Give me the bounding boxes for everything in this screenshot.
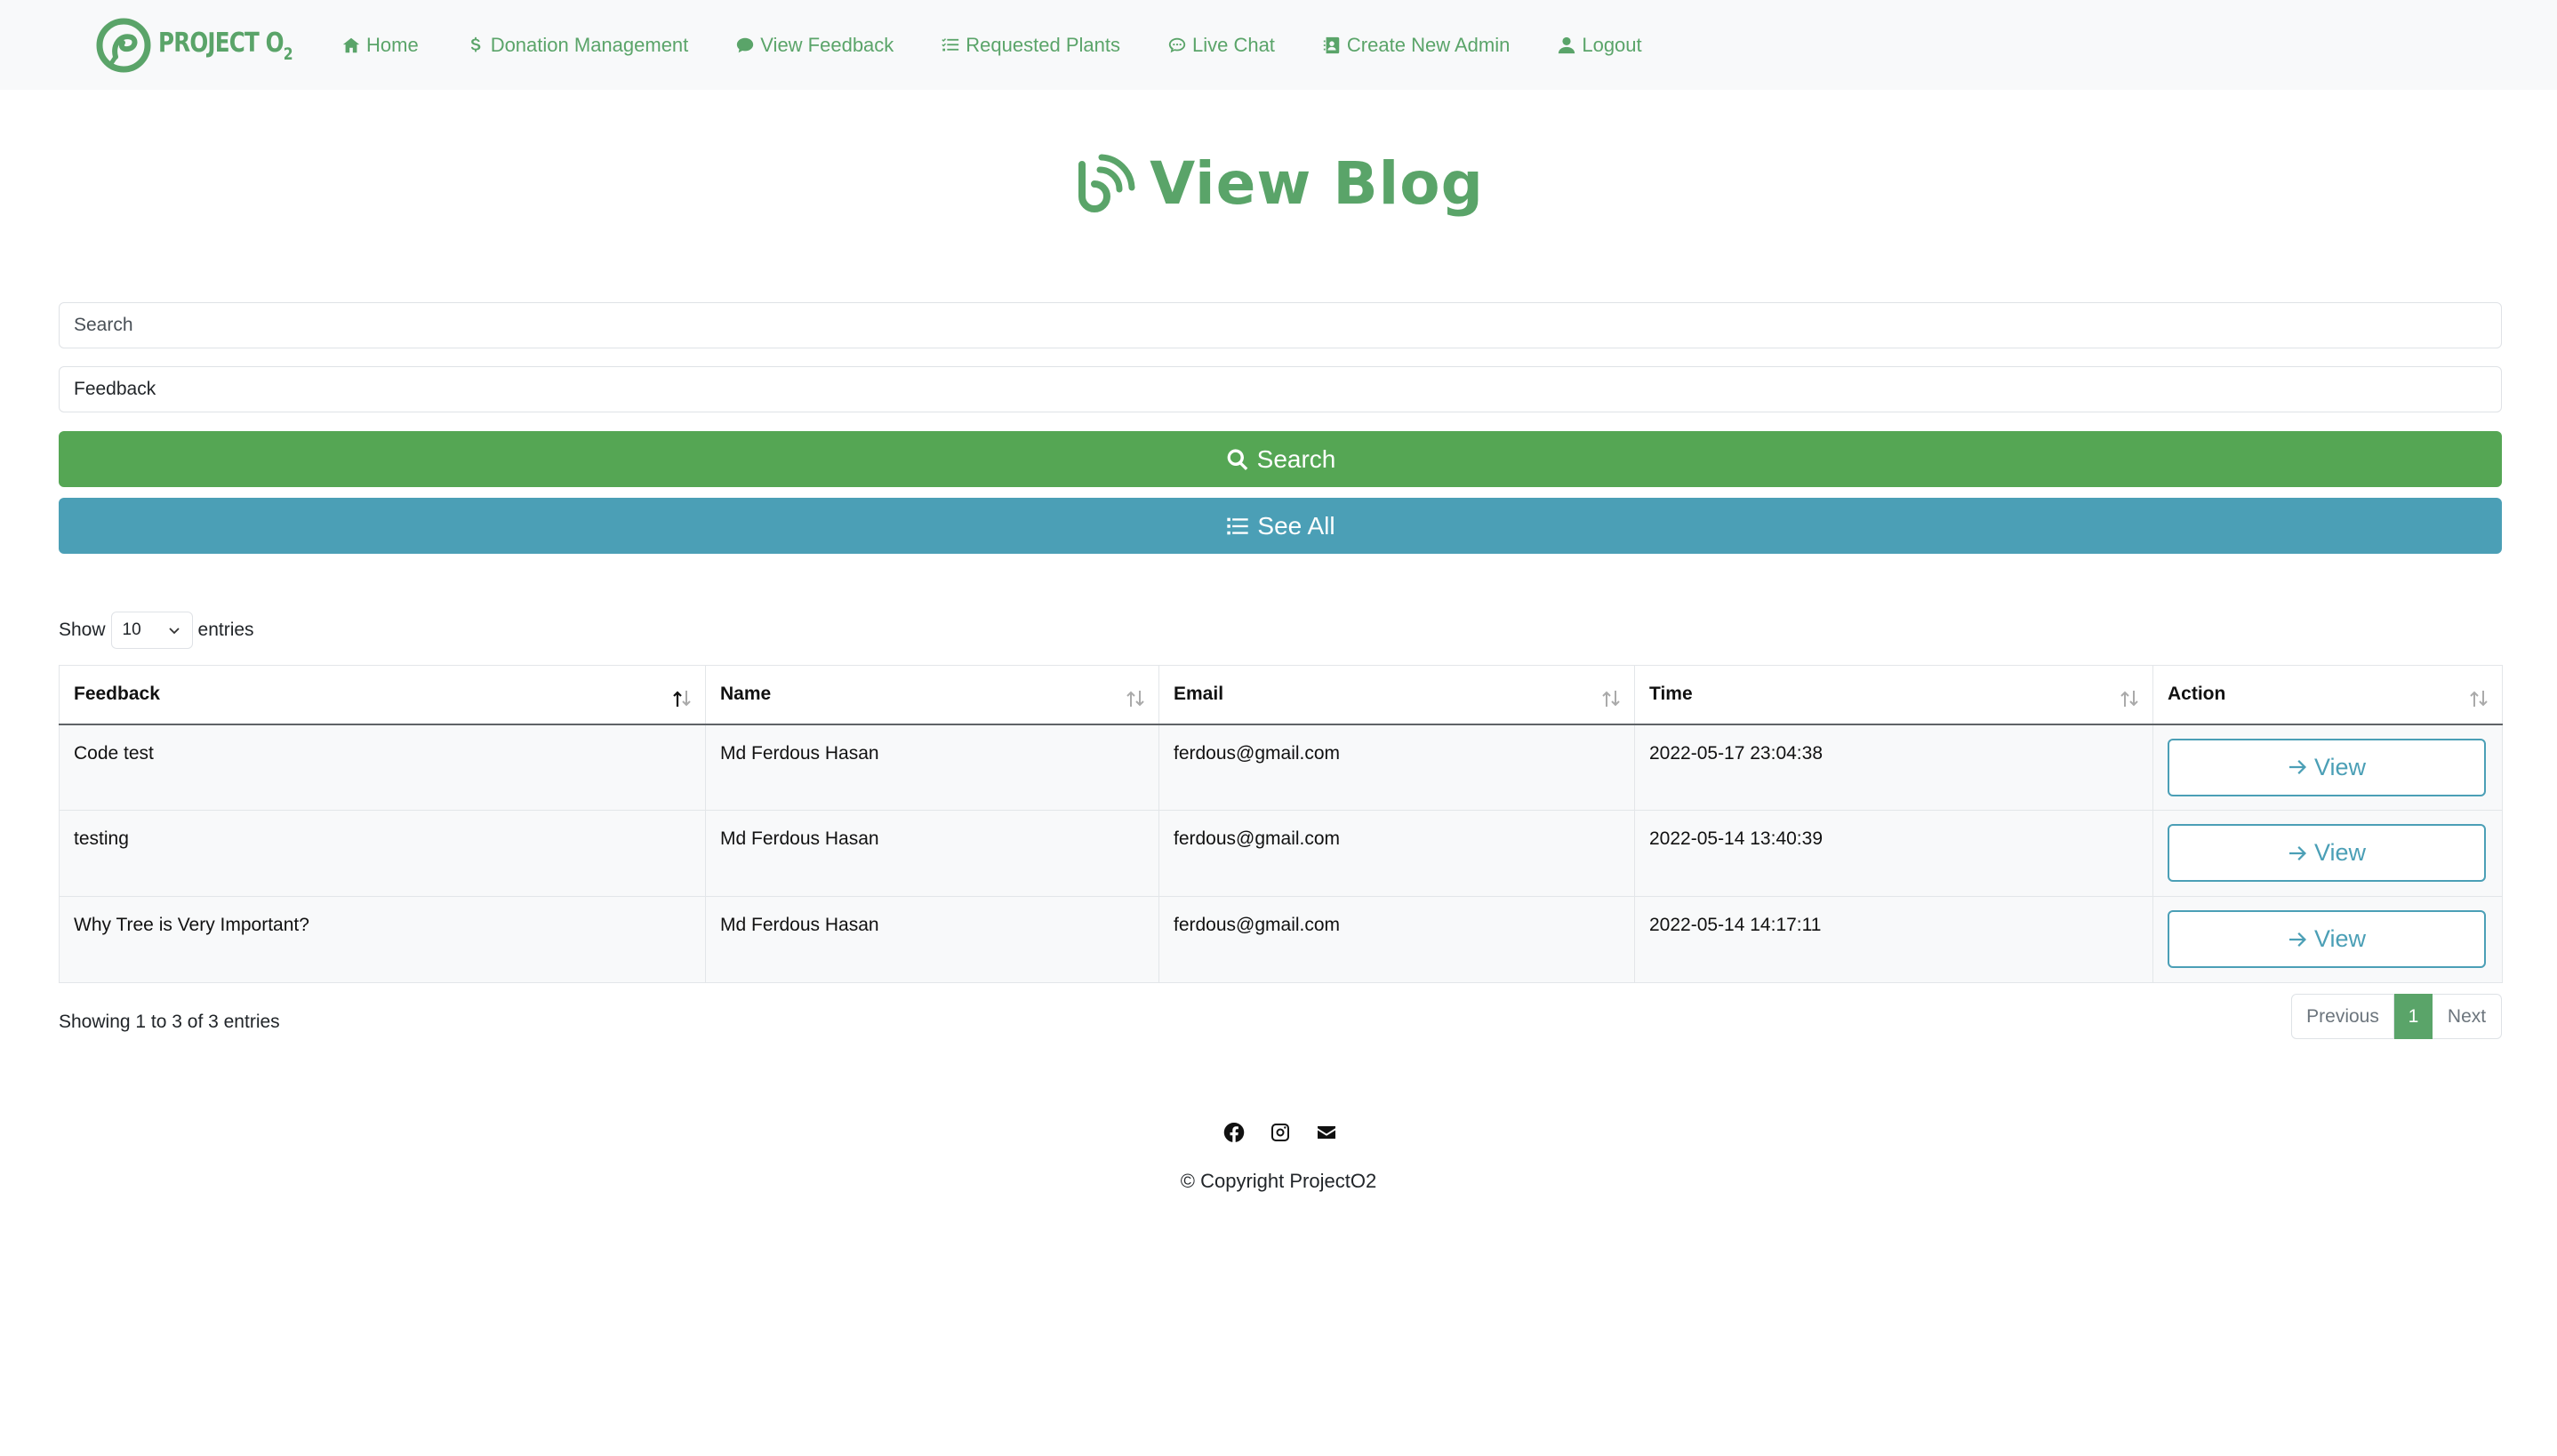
cell-action: View	[2152, 724, 2503, 811]
arrow-right-icon	[2288, 932, 2306, 947]
pagination-previous[interactable]: Previous	[2291, 994, 2394, 1039]
pagination: Previous 1 Next	[2291, 994, 2502, 1039]
home-icon	[342, 37, 360, 52]
cell-feedback: testing	[59, 810, 706, 897]
search-icon	[1227, 448, 1247, 470]
user-icon	[1559, 36, 1575, 53]
contact-card-icon	[1323, 36, 1340, 53]
cell-email: ferdous@gmail.com	[1158, 724, 1635, 811]
view-button[interactable]: View	[2168, 824, 2486, 882]
page-title: View Blog	[0, 149, 2557, 218]
list-icon	[1227, 517, 1249, 534]
blog-feed-icon	[1078, 154, 1135, 212]
column-header-name[interactable]: Name	[705, 665, 1159, 725]
column-header-feedback[interactable]: Feedback	[59, 665, 706, 725]
envelope-icon	[1318, 1126, 1335, 1139]
copyright-text: © Copyright ProjectO2	[1180, 1170, 1377, 1192]
instagram-icon	[1271, 1124, 1289, 1141]
cell-name: Md Ferdous Hasan	[705, 724, 1159, 811]
facebook-link[interactable]	[1223, 1122, 1245, 1143]
nav-donation-management[interactable]: Donation Management	[466, 34, 688, 57]
instagram-link[interactable]	[1270, 1122, 1291, 1143]
table-row: Why Tree is Very Important? Md Ferdous H…	[59, 896, 2503, 983]
cell-time: 2022-05-14 13:40:39	[1634, 810, 2153, 897]
pagination-page-1[interactable]: 1	[2394, 994, 2433, 1039]
see-all-button[interactable]: See All	[59, 498, 2502, 554]
search-button[interactable]: Search	[59, 431, 2502, 487]
column-header-time[interactable]: Time	[1634, 665, 2153, 725]
email-link[interactable]	[1316, 1122, 1337, 1143]
cell-time: 2022-05-17 23:04:38	[1634, 724, 2153, 811]
column-header-action[interactable]: Action	[2152, 665, 2503, 725]
pagination-next[interactable]: Next	[2433, 994, 2502, 1039]
sort-ascending-icon	[673, 691, 691, 707]
dollar-icon	[470, 36, 481, 52]
social-links	[1223, 1122, 1362, 1143]
view-button[interactable]: View	[2168, 910, 2486, 968]
sort-icon	[1602, 691, 1620, 707]
cell-email: ferdous@gmail.com	[1158, 896, 1635, 983]
entries-label: entries	[197, 620, 254, 640]
chat-dots-icon	[1168, 37, 1186, 52]
nav-view-feedback[interactable]: View Feedback	[735, 34, 894, 57]
nav-live-chat[interactable]: Live Chat	[1167, 34, 1275, 57]
arrow-right-icon	[2288, 845, 2306, 860]
cell-feedback: Code test	[59, 724, 706, 811]
cell-name: Md Ferdous Hasan	[705, 896, 1159, 983]
cell-time: 2022-05-14 14:17:11	[1634, 896, 2153, 983]
table-header-row: Feedback Name Email Time Action	[59, 665, 2503, 725]
cell-feedback: Why Tree is Very Important?	[59, 896, 706, 983]
project-o2-logo-icon	[96, 18, 151, 73]
nav-home[interactable]: Home	[341, 34, 419, 57]
top-navbar: PROJECT O2 Home Donation Management View…	[0, 0, 2557, 90]
sort-icon	[1126, 691, 1144, 707]
nav-links: Home Donation Management View Feedback R…	[341, 0, 1689, 90]
list-check-icon	[942, 37, 959, 51]
brand-name: PROJECT O2	[158, 27, 293, 64]
nav-requested-plants[interactable]: Requested Plants	[941, 34, 1120, 57]
comment-icon	[737, 37, 754, 52]
brand-logo[interactable]: PROJECT O2	[96, 18, 322, 73]
nav-logout[interactable]: Logout	[1557, 34, 1642, 57]
arrow-right-icon	[2288, 760, 2306, 774]
cell-action: View	[2152, 896, 2503, 983]
column-header-email[interactable]: Email	[1158, 665, 1635, 725]
view-button[interactable]: View	[2168, 738, 2486, 796]
sort-icon	[2470, 691, 2488, 707]
cell-name: Md Ferdous Hasan	[705, 810, 1159, 897]
sort-icon	[2120, 691, 2138, 707]
show-label: Show	[59, 620, 106, 640]
table-info: Showing 1 to 3 of 3 entries	[59, 1012, 280, 1032]
feedback-input[interactable]	[59, 366, 2502, 412]
search-input[interactable]	[59, 302, 2502, 348]
table-row: testing Md Ferdous Hasan ferdous@gmail.c…	[59, 810, 2503, 897]
entries-select[interactable]: 10	[110, 612, 193, 649]
facebook-icon	[1223, 1122, 1245, 1142]
chevron-down-icon	[168, 628, 180, 635]
entries-select-value: 10	[122, 620, 141, 639]
feedback-table: Feedback Name Email Time Action Code tes…	[59, 665, 2503, 983]
entries-length-control: Show 10 entries	[59, 612, 254, 649]
page-title-text: View Blog	[1150, 149, 1484, 218]
cell-action: View	[2152, 810, 2503, 897]
table-row: Code test Md Ferdous Hasan ferdous@gmail…	[59, 724, 2503, 811]
cell-email: ferdous@gmail.com	[1158, 810, 1635, 897]
nav-create-new-admin[interactable]: Create New Admin	[1322, 34, 1510, 57]
